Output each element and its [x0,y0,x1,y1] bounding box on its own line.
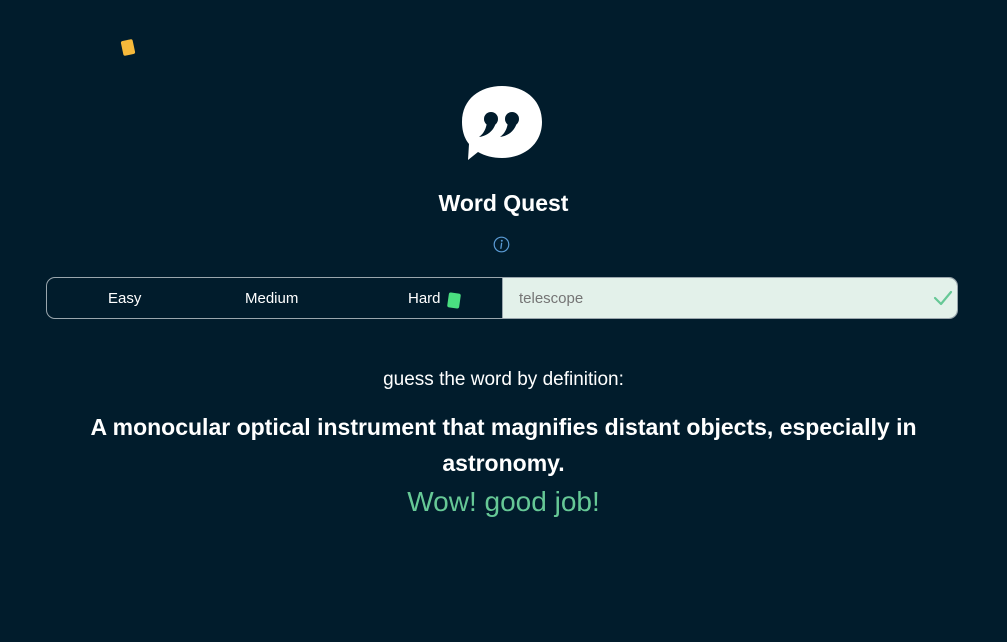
info-icon[interactable] [493,236,510,253]
level-medium-button[interactable]: Medium [245,290,298,307]
level-hard-button[interactable]: Hard [408,290,441,307]
level-easy-button[interactable]: Easy [108,290,141,307]
quote-bubble-icon [462,86,542,160]
game-controls: Easy Medium Hard [46,277,958,319]
app-title: Word Quest [438,190,569,216]
answer-field-container [502,278,957,318]
word-definition: A monocular optical instrument that magn… [90,414,917,476]
feedback-message: Wow! good job! [407,486,600,517]
check-icon [933,290,953,306]
difficulty-selector: Easy Medium Hard [47,278,502,318]
prompt-label: guess the word by definition: [383,369,624,390]
confetti-piece [120,38,136,57]
answer-input[interactable] [503,278,957,318]
confetti-piece [447,292,461,309]
